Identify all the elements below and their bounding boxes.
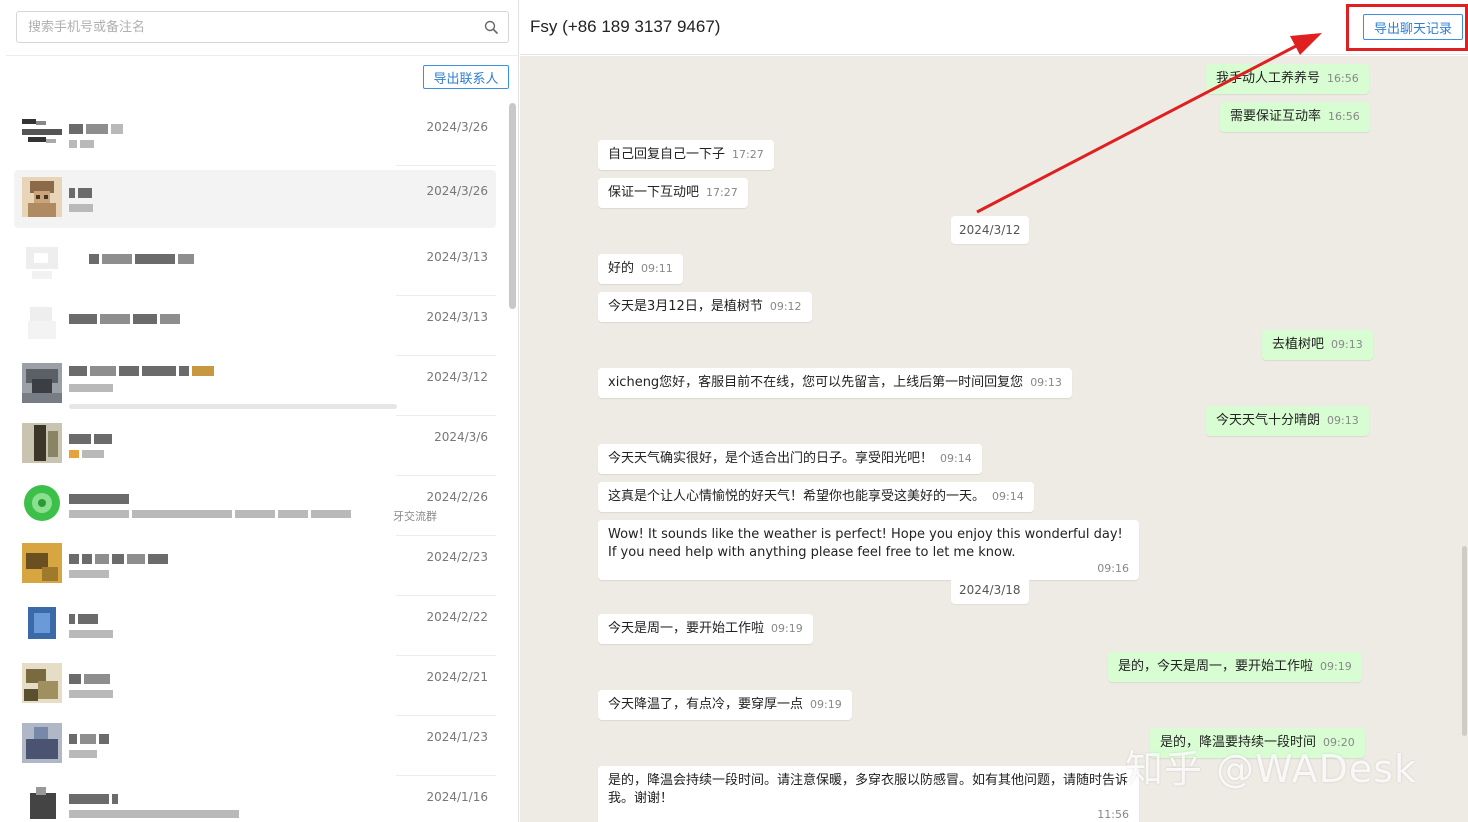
message-incoming: 今天是周一，要开始工作啦 09:19	[598, 614, 813, 644]
avatar	[22, 113, 62, 153]
date-separator: 2024/3/18	[951, 576, 1029, 604]
avatar	[22, 663, 62, 703]
export-contacts-button[interactable]: 导出联系人	[423, 65, 509, 89]
message-list[interactable]: 我手动人工养养号 16:56 需要保证互动率 16:56 自己回复自己一下子 17:2…	[520, 56, 1468, 822]
message-incoming: 保证一下互动吧 17:27	[598, 178, 748, 208]
message-incoming: 今天天气确实很好，是个适合出门的日子。享受阳光吧！ 09:14	[598, 444, 982, 474]
contact-name-redacted	[69, 314, 199, 324]
chat-header: Fsy (+86 189 3137 9467) 导出聊天记录	[520, 0, 1468, 55]
contact-preview-redacted	[69, 204, 99, 212]
contact-name-redacted	[69, 124, 129, 134]
message-incoming: 是的，降温会持续一段时间。请注意保暖，多穿衣服以防感冒。如有其他问题，请随时告诉…	[598, 766, 1139, 822]
message-outgoing: 是的，降温要持续一段时间 09:20	[1150, 728, 1365, 758]
contact-date: 2024/3/26	[426, 184, 488, 198]
contact-preview-redacted	[69, 450, 119, 458]
search-box	[16, 11, 509, 43]
contact-name-redacted	[69, 674, 119, 684]
chat-scrollbar[interactable]	[1462, 546, 1467, 736]
contact-item[interactable]: 2024/3/6	[14, 416, 496, 476]
contact-item[interactable]: 牙交流群 2024/2/26	[14, 476, 496, 536]
annotation-highlight-box	[1346, 4, 1468, 51]
chat-panel: Fsy (+86 189 3137 9467) 导出聊天记录 我手动人工养养号 1…	[520, 0, 1468, 822]
contact-item-active[interactable]: 2024/3/26	[14, 170, 496, 228]
avatar	[22, 243, 62, 283]
message-outgoing: 今天天气十分晴朗 09:13	[1206, 406, 1369, 436]
contact-date: 2024/3/26	[426, 120, 488, 134]
contact-preview-redacted	[69, 384, 119, 392]
avatar	[22, 483, 62, 523]
avatar	[22, 177, 62, 217]
contact-date: 2024/2/26	[426, 490, 488, 504]
contact-name-redacted	[89, 254, 219, 264]
contact-date: 2024/3/13	[426, 250, 488, 264]
date-separator: 2024/3/12	[951, 216, 1029, 244]
contact-item[interactable]: 2024/2/21	[14, 656, 496, 716]
message-incoming: xicheng您好，客服目前不在线，您可以先留言，上线后第一时间回复您 09:13	[598, 368, 1072, 398]
contact-name-redacted	[69, 494, 139, 504]
contact-preview-text: 牙交流群	[393, 510, 437, 523]
avatar	[22, 723, 62, 763]
contact-separator	[396, 165, 496, 166]
contact-date: 2024/2/21	[426, 670, 488, 684]
message-incoming: 今天降温了，有点冷，要穿厚一点 09:19	[598, 690, 852, 720]
contact-item[interactable]: 2024/3/12	[14, 356, 496, 416]
search-input[interactable]	[17, 12, 457, 42]
avatar	[22, 423, 62, 463]
contact-date: 2024/3/12	[426, 370, 488, 384]
avatar	[22, 543, 62, 583]
contact-preview-redacted	[69, 140, 99, 148]
contact-item[interactable]: 2024/3/26	[14, 106, 496, 166]
contact-preview-redacted	[69, 690, 119, 698]
message-outgoing: 去植树吧 09:13	[1262, 330, 1373, 360]
message-incoming: Wow! It sounds like the weather is perfe…	[598, 520, 1139, 580]
contact-preview-redacted	[69, 810, 249, 818]
search-icon[interactable]	[484, 20, 498, 34]
contact-date: 2024/3/13	[426, 310, 488, 324]
contacts-sidebar: 导出联系人 2024/3/26 2024/3/26 2024/3/13	[0, 0, 519, 822]
contact-preview-redacted	[69, 570, 119, 578]
contact-list[interactable]: 2024/3/26 2024/3/26 2024/3/13 2024/3/13	[6, 100, 503, 822]
contact-name-redacted	[69, 188, 99, 198]
message-outgoing: 需要保证互动率 16:56	[1220, 102, 1370, 132]
contact-date: 2024/1/16	[426, 790, 488, 804]
contact-item[interactable]: 2024/1/16	[14, 776, 496, 822]
sidebar-scrollbar[interactable]	[509, 103, 516, 309]
contact-item[interactable]: 2024/3/13	[14, 236, 496, 296]
contact-progress-bar	[69, 404, 397, 409]
contact-preview-redacted	[69, 750, 109, 758]
contact-date: 2024/2/22	[426, 610, 488, 624]
contact-name-redacted	[69, 614, 109, 624]
contact-date: 2024/1/23	[426, 730, 488, 744]
contact-date: 2024/2/23	[426, 550, 488, 564]
message-incoming: 自己回复自己一下子 17:27	[598, 140, 774, 170]
contact-name-redacted	[69, 734, 129, 744]
contact-name-redacted	[69, 434, 119, 444]
contact-item[interactable]: 2024/2/22	[14, 596, 496, 656]
contact-name-redacted	[69, 554, 199, 564]
contact-item[interactable]: 2024/3/13	[14, 296, 496, 356]
contact-item[interactable]: 2024/1/23	[14, 716, 496, 776]
message-incoming: 这真是个让人心情愉悦的好天气！希望你也能享受这美好的一天。 09:14	[598, 482, 1034, 512]
contact-preview-redacted	[69, 630, 119, 638]
chat-title: Fsy (+86 189 3137 9467)	[530, 17, 721, 36]
contact-preview-redacted	[69, 510, 389, 518]
avatar	[22, 783, 62, 822]
message-outgoing: 我手动人工养养号 16:56	[1206, 64, 1369, 94]
message-incoming: 今天是3月12日，是植树节 09:12	[598, 292, 812, 322]
avatar	[22, 303, 62, 343]
message-outgoing: 是的，今天是周一，要开始工作啦 09:19	[1108, 652, 1362, 682]
contact-name-redacted	[69, 794, 129, 804]
sidebar-divider	[6, 55, 519, 56]
avatar	[22, 603, 62, 643]
contact-date: 2024/3/6	[434, 430, 488, 444]
contact-name-redacted	[69, 366, 239, 376]
avatar	[22, 363, 62, 403]
contact-item[interactable]: 2024/2/23	[14, 536, 496, 596]
message-incoming: 好的 09:11	[598, 254, 683, 284]
